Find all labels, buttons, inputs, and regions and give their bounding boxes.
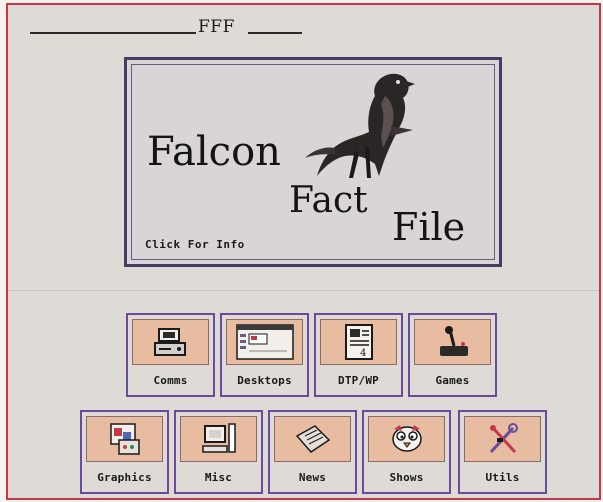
falcon-bird-image bbox=[305, 73, 415, 178]
logo-word-fact: Fact bbox=[289, 180, 368, 221]
news-button[interactable]: News bbox=[268, 410, 357, 494]
falcon-fact-file-splash-panel[interactable]: Falcon Fact File Click For Info bbox=[124, 57, 502, 267]
fff-window: FFF Falcon Fact File Click For Info Comm… bbox=[6, 3, 601, 500]
cartoon-character-icon bbox=[391, 425, 422, 452]
misc-label: Misc bbox=[204, 471, 233, 484]
click-for-info-link[interactable]: Click For Info bbox=[145, 238, 245, 251]
misc-button[interactable]: Misc bbox=[174, 410, 263, 494]
desktops-label: Desktops bbox=[237, 374, 292, 387]
section-divider bbox=[8, 290, 599, 292]
joystick-icon bbox=[439, 326, 468, 356]
graphics-label: Graphics bbox=[97, 471, 152, 484]
logo-word-falcon: Falcon bbox=[147, 129, 281, 175]
logo-word-file: File bbox=[392, 205, 466, 249]
games-label: Games bbox=[435, 374, 470, 387]
games-button[interactable]: Games bbox=[408, 313, 497, 397]
desktop-window-icon bbox=[235, 324, 294, 360]
title-bar-right-rule bbox=[248, 32, 302, 34]
modem-icon bbox=[153, 328, 186, 356]
title-bar-left-rule bbox=[30, 32, 196, 34]
newspaper-icon bbox=[295, 425, 330, 453]
games-icon-pad bbox=[414, 319, 491, 365]
graphics-icon-pad bbox=[86, 416, 163, 462]
utils-icon-pad bbox=[464, 416, 541, 462]
document-page-icon: 4 bbox=[344, 324, 373, 360]
misc-icon-pad bbox=[180, 416, 257, 462]
desktops-button[interactable]: Desktops bbox=[220, 313, 309, 397]
graphics-button[interactable]: Graphics bbox=[80, 410, 169, 494]
shows-button[interactable]: Shows bbox=[362, 410, 451, 494]
shows-icon-pad bbox=[368, 416, 445, 462]
window-title: FFF bbox=[198, 17, 235, 37]
news-icon-pad bbox=[274, 416, 351, 462]
desktops-icon-pad bbox=[226, 319, 303, 365]
comms-button[interactable]: Comms bbox=[126, 313, 215, 397]
comms-label: Comms bbox=[153, 374, 188, 387]
shows-label: Shows bbox=[389, 471, 424, 484]
title-bar[interactable]: FFF bbox=[8, 5, 599, 45]
tools-icon bbox=[489, 423, 518, 454]
dtp-wp-label: DTP/WP bbox=[338, 374, 379, 387]
svg-text:4: 4 bbox=[360, 348, 366, 359]
utils-button[interactable]: Utils bbox=[458, 410, 547, 494]
utils-label: Utils bbox=[485, 471, 520, 484]
comms-icon-pad bbox=[132, 319, 209, 365]
computer-icon bbox=[201, 423, 236, 453]
news-label: News bbox=[298, 471, 327, 484]
paint-palette-icon bbox=[109, 423, 140, 455]
dtp-wp-icon-pad: 4 bbox=[320, 319, 397, 365]
dtp-wp-button[interactable]: 4 DTP/WP bbox=[314, 313, 403, 397]
